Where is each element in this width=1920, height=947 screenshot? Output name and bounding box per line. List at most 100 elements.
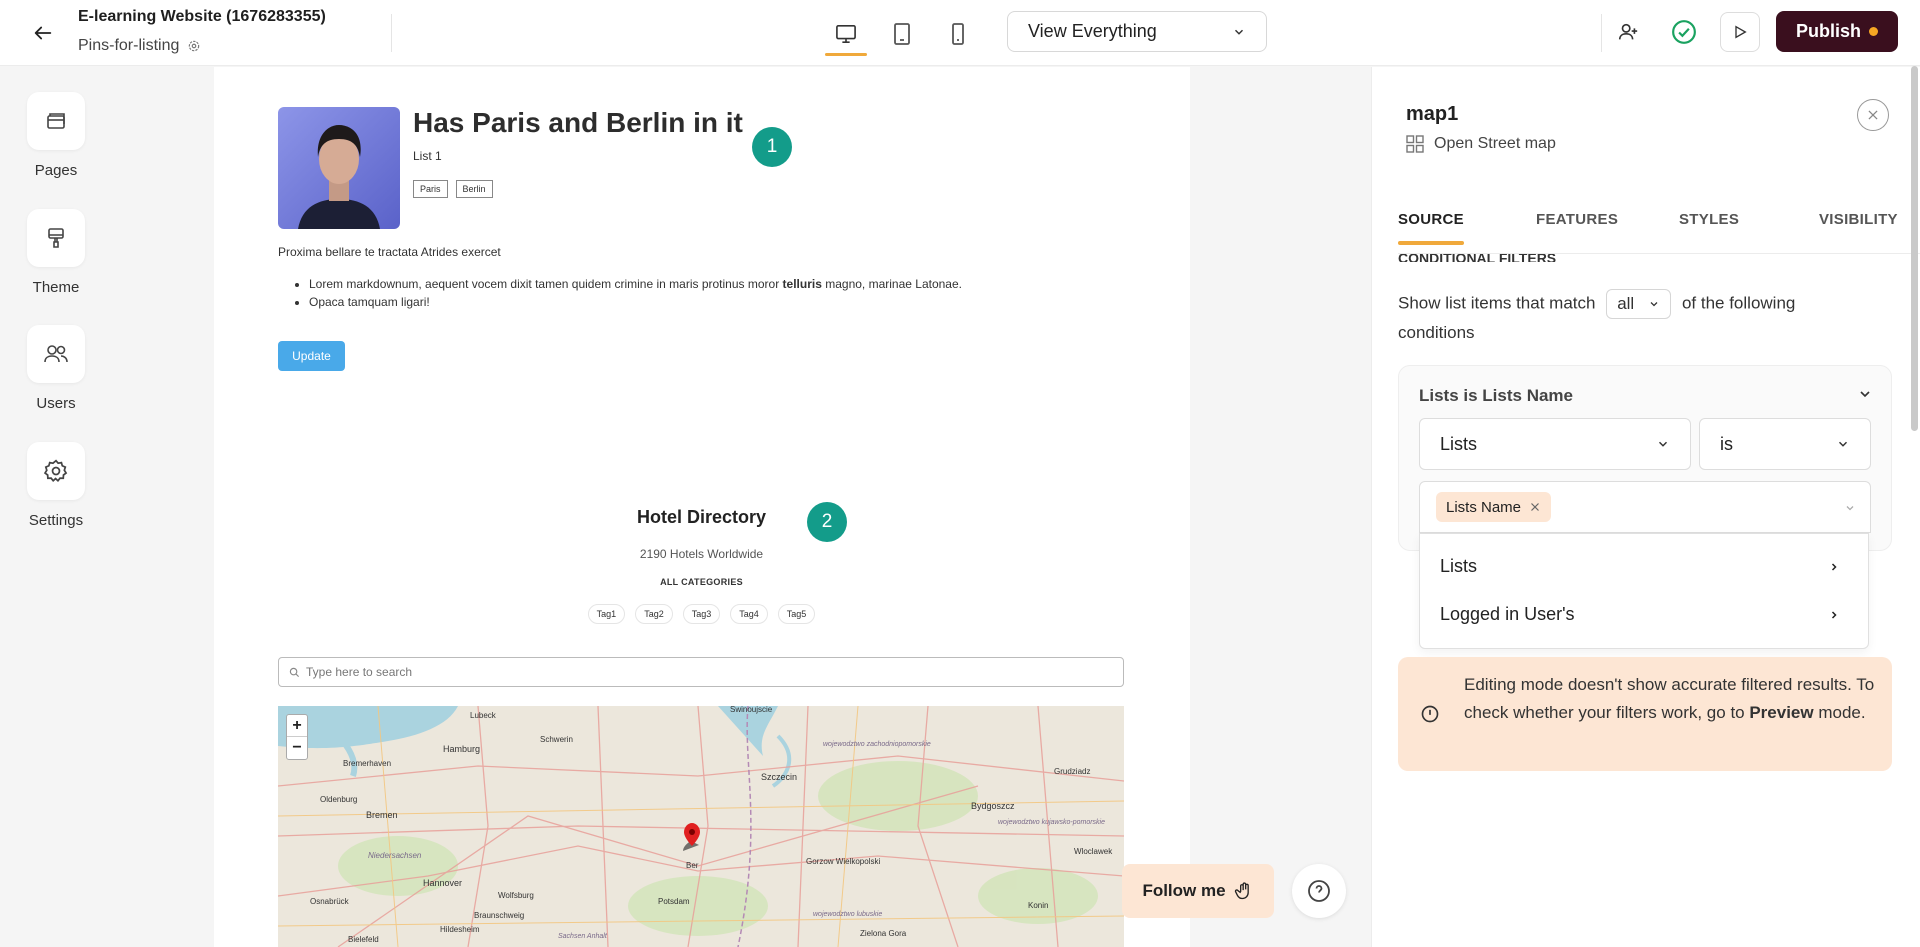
component-name: map1	[1406, 103, 1459, 125]
close-icon[interactable]	[1529, 501, 1541, 513]
svg-text:wojewodztwo lubuskie: wojewodztwo lubuskie	[813, 911, 882, 918]
help-button[interactable]	[1292, 864, 1346, 918]
category-tag[interactable]: Tag1	[587, 604, 626, 624]
view-select[interactable]: View Everything	[1007, 11, 1267, 52]
chevron-down-icon[interactable]	[1844, 502, 1856, 514]
sidebar-item-label: Settings	[28, 512, 84, 529]
top-bar: E-learning Website (1676283355) Pins-for…	[0, 0, 1920, 66]
sidebar-item-label: Users	[36, 395, 76, 412]
field-select[interactable]: Lists	[1419, 418, 1691, 470]
follow-me-label: Follow me	[1142, 881, 1226, 900]
page-canvas: Has Paris and Berlin in it List 1 Paris …	[214, 67, 1190, 947]
gear-icon	[43, 459, 68, 483]
svg-text:wojewodztwo zachodniopomorskie: wojewodztwo zachodniopomorskie	[823, 741, 931, 748]
svg-text:Bremen: Bremen	[366, 810, 398, 820]
menu-item-logged-in-user[interactable]: Logged in User's	[1440, 604, 1840, 625]
category-tag[interactable]: Tag4	[730, 604, 768, 624]
publish-button[interactable]: Publish	[1775, 11, 1898, 52]
tour-marker[interactable]: 1	[752, 127, 792, 167]
svg-text:Swinoujscie: Swinoujscie	[730, 706, 773, 714]
desktop-icon	[836, 25, 856, 43]
sidebar-item-settings[interactable]: Settings	[0, 442, 112, 529]
tab-visibility[interactable]: VISIBILITY	[1819, 211, 1898, 228]
tag[interactable]: Berlin	[455, 180, 493, 198]
warning-text: Editing mode doesn't show accurate filte…	[1464, 675, 1875, 722]
match-mode-select[interactable]: all	[1606, 289, 1672, 319]
sidebar-item-label: Pages	[34, 162, 78, 179]
update-button[interactable]: Update	[278, 341, 345, 371]
description-text: Proxima bellare te tractata Atrides exer…	[278, 245, 501, 259]
sidebar-item-theme[interactable]: Theme	[0, 209, 112, 296]
status-ok-button[interactable]	[1664, 12, 1704, 52]
arrow-left-icon	[34, 26, 52, 40]
menu-item-lists[interactable]: Lists	[1440, 556, 1840, 577]
svg-text:Potsdam: Potsdam	[658, 897, 690, 906]
svg-text:Konin: Konin	[1028, 901, 1048, 910]
zoom-out-button[interactable]: −	[287, 737, 307, 759]
tab-features[interactable]: FEATURES	[1536, 211, 1618, 228]
page-selector[interactable]: Pins-for-listing	[78, 37, 201, 55]
filter-condition-title[interactable]: Lists is Lists Name	[1419, 386, 1573, 406]
check-circle-icon	[1672, 19, 1696, 44]
tab-styles[interactable]: STYLES	[1679, 211, 1739, 228]
unpublished-dot	[1869, 27, 1878, 36]
page-name: Pins-for-listing	[78, 37, 180, 54]
svg-text:Bydgoszcz: Bydgoszcz	[971, 801, 1015, 811]
svg-text:wojewodztwo kujawsko-pomorskie: wojewodztwo kujawsko-pomorskie	[998, 819, 1105, 826]
editing-mode-warning: Editing mode doesn't show accurate filte…	[1398, 657, 1892, 771]
sidebar-item-pages[interactable]: Pages	[0, 92, 112, 179]
follow-me-button[interactable]: Follow me	[1122, 864, 1274, 918]
sidebar-item-users[interactable]: Users	[0, 325, 112, 412]
back-button[interactable]	[28, 18, 58, 48]
svg-text:Gorzow Wielkopolski: Gorzow Wielkopolski	[806, 857, 880, 866]
gear-icon[interactable]	[187, 39, 201, 53]
category-tags: Tag1 Tag2 Tag3 Tag4 Tag5	[214, 604, 1189, 624]
view-select-value: View Everything	[1028, 21, 1157, 41]
component-type: Open Street map	[1406, 135, 1556, 153]
svg-text:Hildesheim: Hildesheim	[440, 925, 480, 934]
operator-select[interactable]: is	[1699, 418, 1871, 470]
tour-marker[interactable]: 2	[807, 502, 847, 542]
tag[interactable]: Paris	[413, 180, 448, 198]
zoom-in-button[interactable]: +	[287, 715, 307, 737]
tablet-icon	[894, 23, 910, 45]
category-tag[interactable]: Tag3	[682, 604, 721, 624]
preview-button[interactable]	[1719, 11, 1760, 52]
invite-user-button[interactable]	[1608, 12, 1648, 52]
mobile-icon	[952, 23, 964, 45]
match-condition: Show list items that match all of the fo…	[1398, 289, 1868, 347]
tab-source[interactable]: SOURCE	[1398, 211, 1464, 245]
search-input[interactable]: Type here to search	[278, 657, 1124, 687]
listing-tags: Paris Berlin	[413, 180, 493, 198]
listing-title: Has Paris and Berlin in it	[413, 107, 743, 138]
close-icon	[1868, 110, 1878, 120]
close-panel-button[interactable]	[1857, 99, 1889, 131]
svg-text:Zielona Gora: Zielona Gora	[860, 929, 907, 938]
svg-text:Schwerin: Schwerin	[540, 735, 573, 744]
svg-text:Bielefeld: Bielefeld	[348, 935, 379, 944]
project-title: E-learning Website (1676283355)	[78, 8, 326, 25]
desktop-view-button[interactable]	[825, 14, 867, 56]
profile-photo	[278, 107, 400, 229]
category-tag[interactable]: Tag2	[635, 604, 673, 624]
svg-text:Lubeck: Lubeck	[470, 711, 497, 720]
category-tag[interactable]: Tag5	[777, 604, 816, 624]
chevron-down-icon	[1838, 441, 1848, 447]
search-icon	[289, 667, 300, 677]
svg-text:Grudziadz: Grudziadz	[1054, 767, 1090, 776]
publish-label: Publish	[1795, 21, 1861, 41]
tablet-view-button[interactable]	[881, 14, 923, 54]
map-view[interactable]: Lubeck Hamburg Schwerin Bremerhaven Olde…	[278, 706, 1124, 947]
value-tag-input[interactable]: Lists Name	[1419, 481, 1871, 533]
panel-scrollbar[interactable]	[1911, 66, 1918, 431]
list-label: List 1	[413, 149, 442, 163]
question-circle-icon	[1308, 880, 1330, 902]
left-sidebar: Pages Theme Users Settings	[0, 67, 112, 947]
mobile-view-button[interactable]	[937, 14, 979, 54]
divider	[391, 14, 392, 52]
chevron-down-icon	[1650, 302, 1658, 307]
chevron-down-icon	[1234, 29, 1244, 35]
all-categories-link[interactable]: ALL CATEGORIES	[214, 577, 1189, 587]
device-switcher	[825, 14, 979, 56]
chevron-down-icon[interactable]	[1857, 386, 1873, 402]
